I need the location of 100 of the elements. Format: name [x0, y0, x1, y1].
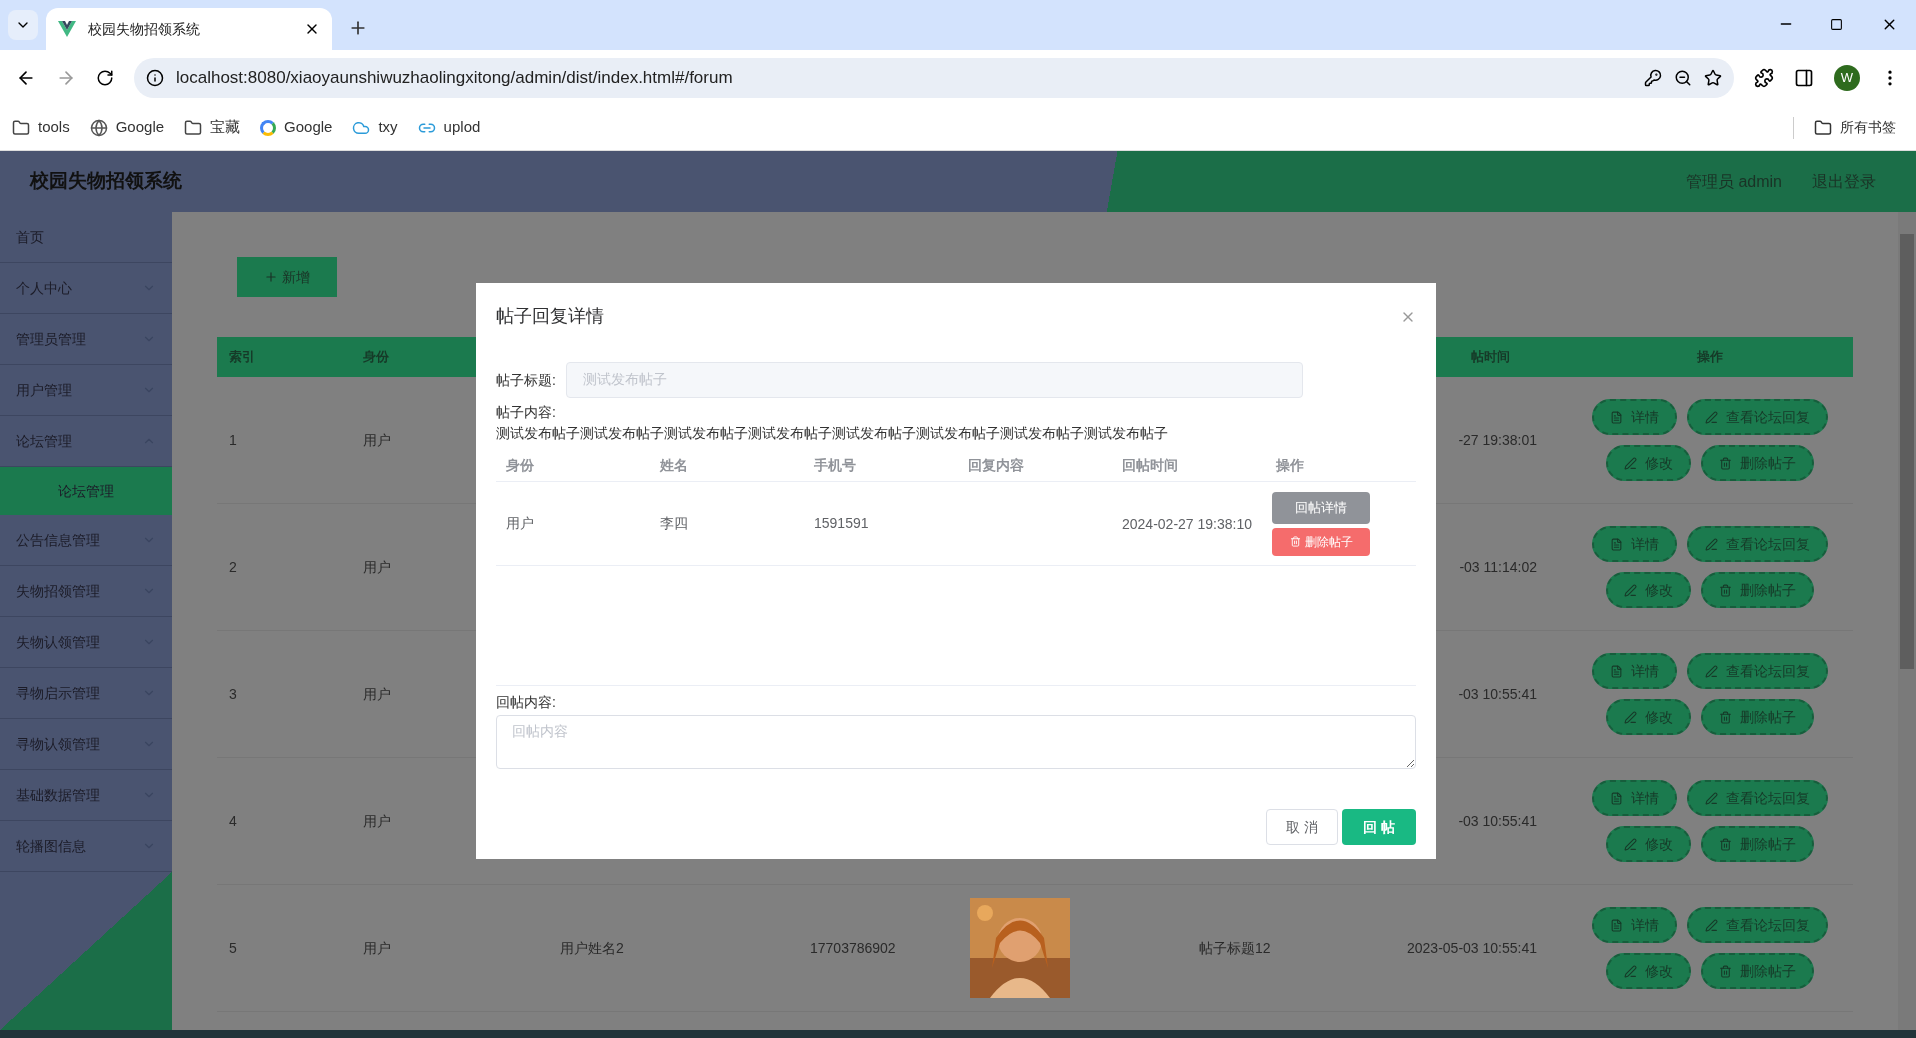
document-icon: [1610, 537, 1623, 551]
action-button[interactable]: 删除帖子: [1701, 699, 1814, 735]
bookmark[interactable]: tools: [12, 116, 70, 139]
field-label: 回帖内容:: [496, 693, 557, 712]
pen-icon: [1705, 918, 1718, 932]
bookmark[interactable]: uplod: [417, 116, 481, 139]
sidebar-item[interactable]: 失物招领管理: [0, 566, 172, 617]
column-header: 操作: [1696, 348, 1724, 367]
action-button[interactable]: 修改: [1606, 699, 1691, 735]
bookmark[interactable]: Google: [89, 116, 165, 139]
trash-icon: [1719, 583, 1732, 597]
url-text: localhost:8080/xiaoyaunshiwuzhaolingxitong/admin/dist/index.html#/forum: [176, 66, 734, 89]
table-cell-text: 用户: [505, 514, 535, 533]
pen-icon: [1624, 710, 1637, 724]
action-button[interactable]: 详情: [1592, 780, 1677, 816]
all-bookmarks[interactable]: 所有书签: [1814, 117, 1896, 138]
action-button[interactable]: 删除帖子: [1701, 572, 1814, 608]
sidebar-item[interactable]: 寻物认领管理: [0, 719, 172, 770]
trash-icon: [1719, 837, 1732, 851]
profile-avatar[interactable]: W: [1834, 64, 1860, 91]
key-icon[interactable]: [1644, 68, 1662, 87]
table-cell-text: 4: [228, 811, 238, 831]
pen-icon: [1624, 456, 1637, 470]
table-cell: 用户: [363, 558, 391, 575]
table-cell: 用户: [363, 431, 391, 448]
cancel-button[interactable]: 取 消: [1266, 809, 1338, 845]
table-cell: 用户: [363, 685, 391, 702]
field-label: 帖子标题:: [496, 370, 557, 390]
add-button[interactable]: 新增: [237, 257, 337, 297]
action-button[interactable]: 详情: [1592, 399, 1677, 435]
bookmark[interactable]: txy: [352, 116, 398, 139]
star-icon[interactable]: [1704, 68, 1722, 87]
reply-detail-button[interactable]: 回帖详情: [1272, 491, 1370, 524]
sidebar-item[interactable]: 失物认领管理: [0, 617, 172, 668]
sidebar-item[interactable]: 管理员管理: [0, 314, 172, 365]
pen-icon: [1705, 537, 1718, 551]
info-icon: [146, 68, 164, 87]
document-icon: [1610, 791, 1623, 805]
restore-icon[interactable]: [1830, 18, 1843, 31]
sidebar-item[interactable]: 个人中心: [0, 263, 172, 314]
action-button[interactable]: 详情: [1592, 653, 1677, 689]
globe-icon: [89, 118, 108, 137]
sidebar-item[interactable]: 公告信息管理: [0, 515, 172, 566]
action-button[interactable]: 修改: [1606, 572, 1691, 608]
document-icon: [1610, 664, 1623, 678]
trash-icon: [1289, 536, 1301, 547]
table-cell-text: -03 10:55:41: [1458, 684, 1537, 704]
column-header: 姓名: [659, 456, 689, 475]
sidebar-item[interactable]: 寻物启示管理: [0, 668, 172, 719]
action-button[interactable]: 删除帖子: [1701, 953, 1814, 989]
document-icon: [1610, 918, 1623, 932]
column-header: 回复内容: [967, 456, 1025, 475]
submit-button[interactable]: 回 帖: [1342, 809, 1416, 845]
pen-icon: [1705, 791, 1718, 805]
table-cell-text: -03 11:14:02: [1459, 557, 1537, 577]
column-header: 身份: [505, 456, 535, 475]
logout-link[interactable]: 退出登录: [1812, 169, 1876, 194]
table-cell-text: 3: [228, 684, 238, 704]
pen-icon: [1624, 837, 1637, 851]
table-cell: 用户姓名2: [560, 939, 624, 956]
table-cell-text: 1591591: [813, 514, 870, 533]
action-button[interactable]: 删除帖子: [1701, 445, 1814, 481]
address-bar[interactable]: localhost:8080/xiaoyaunshiwuzhaolingxitong/admin/dist/index.html#/forum: [134, 57, 1734, 98]
sidebar-item[interactable]: 用户管理: [0, 365, 172, 416]
table-cell: 用户: [363, 939, 391, 956]
table-cell-text: 2024-02-27 19:38:10: [1121, 514, 1253, 534]
column-header: 帖时间: [1470, 348, 1511, 367]
table-cell: 帖子标题12: [1199, 939, 1271, 956]
table-cell: 17703786902: [810, 939, 896, 956]
column-header: 手机号: [813, 456, 857, 475]
g-logo-icon: [260, 119, 277, 136]
scrollbar[interactable]: [1898, 212, 1916, 1030]
folder-icon: [184, 118, 203, 137]
pen-icon: [1624, 964, 1637, 978]
action-button[interactable]: 详情: [1592, 526, 1677, 562]
tab-list-button[interactable]: [8, 10, 38, 40]
action-button[interactable]: 修改: [1606, 445, 1691, 481]
table-cell-text: 2: [228, 557, 238, 577]
submenu-item[interactable]: 论坛管理: [0, 467, 172, 515]
extensions-icon[interactable]: [1754, 67, 1774, 88]
action-button[interactable]: 修改: [1606, 826, 1691, 862]
column-header: 操作: [1275, 456, 1305, 475]
sidebar-item[interactable]: 基础数据管理: [0, 770, 172, 821]
pen-icon: [1705, 664, 1718, 678]
table-cell-text: 1: [228, 430, 238, 450]
reload-icon[interactable]: [96, 68, 114, 87]
sidebar-item[interactable]: 首页: [0, 212, 172, 263]
delete-button[interactable]: 删除帖子: [1272, 527, 1370, 556]
trash-icon: [1719, 710, 1732, 724]
action-button[interactable]: 删除帖子: [1701, 826, 1814, 862]
column-header: 身份: [362, 348, 390, 367]
zoom-icon[interactable]: [1674, 68, 1692, 87]
side-panel-icon[interactable]: [1794, 67, 1814, 88]
browser-tab[interactable]: 校园失物招领系统: [46, 8, 332, 50]
action-button[interactable]: 详情: [1592, 907, 1677, 943]
bookmark[interactable]: 宝藏: [184, 116, 241, 139]
action-button[interactable]: 修改: [1606, 953, 1691, 989]
bookmark[interactable]: Google: [260, 116, 333, 139]
pen-icon: [1705, 410, 1718, 424]
sidebar-item[interactable]: 轮播图信息: [0, 821, 172, 872]
